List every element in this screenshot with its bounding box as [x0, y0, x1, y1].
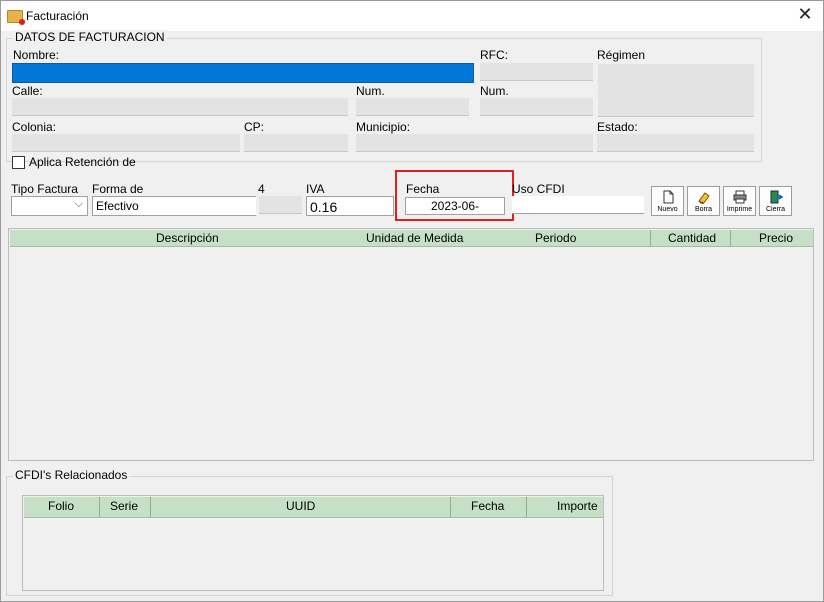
regimen-field[interactable] — [598, 64, 754, 117]
col-folio[interactable]: Folio — [48, 499, 74, 513]
chevron-down-icon: ⌵ — [74, 198, 83, 210]
tipo-factura-select[interactable]: ⌵ — [11, 196, 88, 216]
forma-pago-label: Forma de — [92, 182, 144, 196]
cierra-button[interactable]: Cierra — [759, 186, 792, 216]
estado-label: Estado: — [597, 120, 638, 134]
rfc-label: RFC: — [480, 48, 508, 62]
facturacion-window: Facturación ✕ DATOS DE FACTURACION Nombr… — [0, 0, 824, 602]
retencion-checkbox[interactable] — [12, 156, 25, 169]
col-uuid[interactable]: UUID — [286, 499, 315, 513]
new-document-icon — [663, 190, 674, 204]
num-int-field[interactable] — [480, 98, 593, 116]
cfdi-grid[interactable]: Folio Serie UUID Fecha Importe — [22, 495, 604, 591]
nombre-field[interactable] — [12, 63, 474, 83]
fecha-highlight-box — [395, 170, 514, 221]
close-icon[interactable]: ✕ — [795, 4, 815, 24]
num-ext-field[interactable] — [356, 98, 469, 116]
municipio-label: Municipio: — [356, 120, 411, 134]
colonia-label: Colonia: — [12, 120, 57, 134]
iva-field[interactable]: 0.16 — [306, 196, 394, 216]
col-descripcion[interactable]: Descripción — [156, 231, 219, 245]
tipo-factura-label: Tipo Factura — [11, 182, 78, 196]
window-title: Facturación — [26, 9, 89, 23]
items-grid[interactable]: Descripción Unidad de Medida Periodo Can… — [8, 228, 814, 461]
nombre-label: Nombre: — [13, 48, 60, 62]
col-fecha[interactable]: Fecha — [471, 499, 504, 513]
nuevo-button[interactable]: Nuevo — [651, 186, 684, 216]
num-int-label: Num. — [480, 84, 509, 98]
estado-field[interactable] — [597, 134, 754, 152]
iva-label: IVA — [306, 182, 325, 196]
col-precio[interactable]: Precio — [759, 231, 793, 245]
colonia-field[interactable] — [12, 134, 240, 152]
exit-door-icon — [770, 190, 783, 204]
retencion-label: Aplica Retención de — [29, 155, 136, 169]
col-serie[interactable]: Serie — [110, 499, 138, 513]
eraser-icon — [698, 192, 710, 204]
datos-facturacion-legend: DATOS DE FACTURACION — [13, 30, 167, 44]
rfc-field[interactable] — [480, 63, 593, 81]
borra-button[interactable]: Borra — [687, 186, 720, 216]
extra-field — [259, 196, 302, 214]
printer-icon — [733, 190, 747, 204]
folder-icon — [7, 10, 25, 25]
extra-number: 4 — [258, 182, 265, 196]
calle-label: Calle: — [12, 84, 43, 98]
cfdi-relacionados-legend: CFDI's Relacionados — [13, 468, 130, 482]
items-grid-header: Descripción Unidad de Medida Periodo Can… — [10, 230, 813, 247]
municipio-field[interactable] — [356, 134, 593, 152]
forma-pago-field[interactable]: Efectivo — [92, 196, 256, 216]
col-importe[interactable]: Importe — [557, 499, 598, 513]
cfdi-grid-header: Folio Serie UUID Fecha Importe — [24, 497, 603, 518]
imprime-button[interactable]: Imprime — [723, 186, 756, 216]
cp-label: CP: — [244, 120, 265, 134]
col-unidad-medida[interactable]: Unidad de Medida — [366, 231, 463, 245]
num-ext-label: Num. — [356, 84, 385, 98]
title-bar[interactable]: Facturación ✕ — [1, 1, 823, 31]
uso-cfdi-label: Uso CFDI — [512, 182, 565, 196]
regimen-label: Régimen — [597, 48, 646, 62]
uso-cfdi-field[interactable] — [512, 196, 644, 214]
col-cantidad[interactable]: Cantidad — [668, 231, 716, 245]
calle-field[interactable] — [12, 98, 348, 116]
cp-field[interactable] — [244, 134, 348, 152]
col-periodo[interactable]: Periodo — [535, 231, 576, 245]
